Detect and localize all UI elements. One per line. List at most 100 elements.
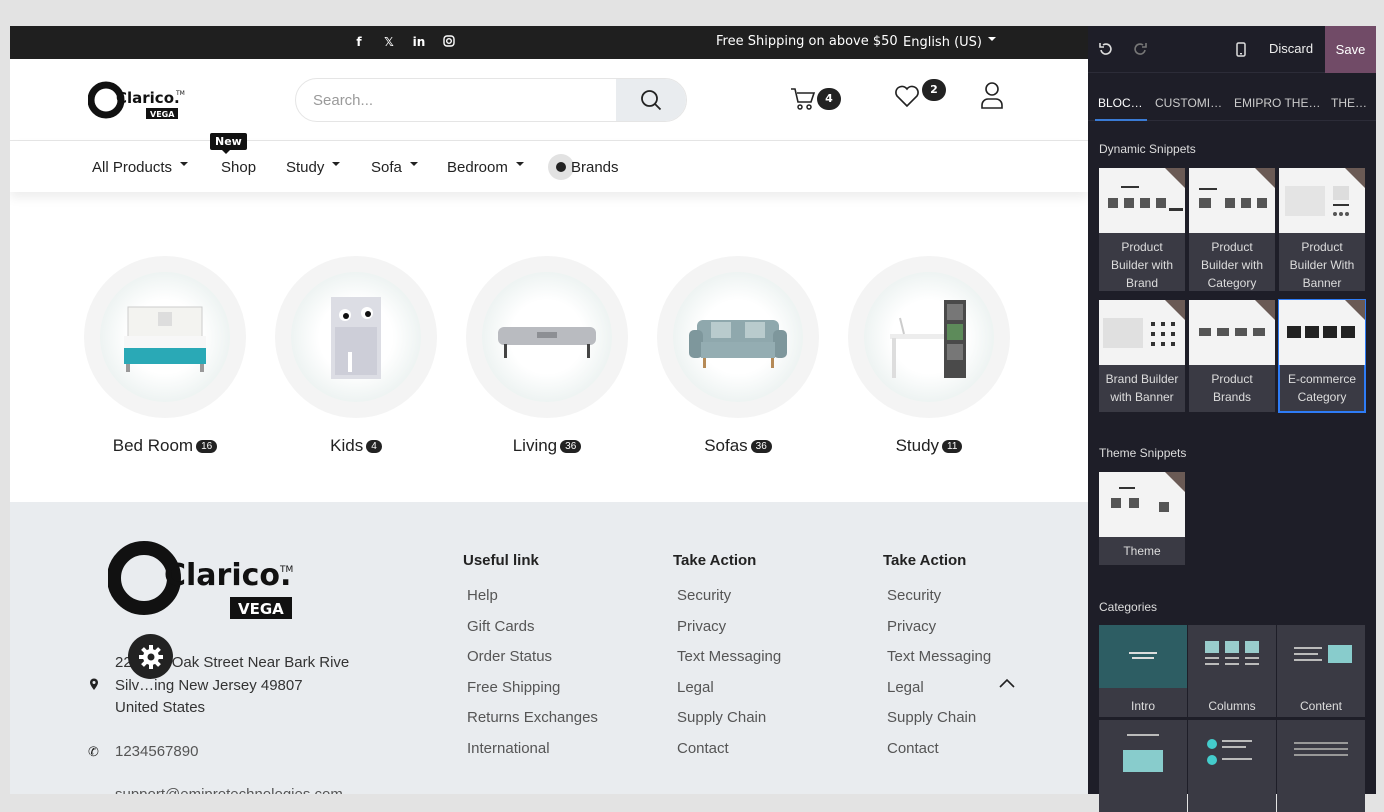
category-features[interactable] [1188, 720, 1276, 812]
category-name: Sofas [704, 436, 748, 455]
footer-email[interactable]: support@emiprotechnologies.com [115, 786, 343, 794]
footer-link[interactable]: Free Shipping [467, 679, 598, 710]
snippet-product-brands[interactable]: Product Brands [1189, 300, 1275, 412]
footer-logo[interactable]: Clarico. TM VEGA [107, 540, 298, 625]
footer-link[interactable]: Security [887, 587, 991, 618]
snippet-ecommerce-category[interactable]: E-commerce Category [1278, 299, 1366, 413]
category-kids[interactable]: Kids 4 [275, 256, 437, 456]
settings-gear-button[interactable] [128, 634, 173, 679]
save-button[interactable]: Save [1325, 26, 1376, 73]
features-thumbnail [1188, 720, 1276, 783]
kids-image [291, 272, 421, 402]
search-input[interactable] [296, 79, 618, 121]
facebook-icon[interactable]: f [344, 35, 374, 50]
category-name: Study [895, 436, 940, 455]
search-button[interactable] [616, 79, 686, 121]
tab-blocks[interactable]: BLOC… [1098, 96, 1143, 110]
phone-icon: ✆ [88, 744, 99, 759]
nav-item-all-products[interactable]: All Products [92, 159, 188, 176]
category-image-text[interactable] [1099, 720, 1187, 812]
shipping-notice: Free Shipping on above $50 [716, 34, 898, 49]
image-text-thumbnail [1099, 720, 1187, 783]
footer-link[interactable]: Supply Chain [677, 709, 781, 740]
category-text[interactable] [1277, 720, 1365, 812]
tab-theme[interactable]: THE… [1331, 96, 1367, 110]
svg-text:VEGA: VEGA [238, 600, 284, 618]
scroll-to-top-button[interactable] [999, 673, 1015, 692]
category-image-frame [84, 256, 246, 418]
nav-item-study[interactable]: Study [286, 159, 340, 176]
footer-link[interactable]: Privacy [887, 618, 991, 649]
sofa-image [673, 272, 803, 402]
footer-link[interactable]: Gift Cards [467, 618, 598, 649]
mobile-preview-icon[interactable] [1236, 42, 1246, 62]
footer-link[interactable]: International [467, 740, 598, 771]
footer-phone[interactable]: 1234567890 [115, 743, 198, 760]
nav-item-shop[interactable]: Shop [221, 159, 256, 176]
footer-link[interactable]: Help [467, 587, 598, 618]
snippet-theme[interactable]: Theme [1099, 472, 1185, 565]
svg-text:VEGA: VEGA [150, 110, 175, 119]
site-logo[interactable]: Clarico. TM VEGA [87, 81, 188, 121]
snippet-label: Product Brands [1211, 372, 1253, 404]
footer-link[interactable]: Order Status [467, 648, 598, 679]
cart-button[interactable]: 4 [790, 86, 841, 116]
footer-link[interactable]: Contact [887, 740, 991, 771]
snippet-product-builder-brand[interactable]: Product Builder with Brand [1099, 168, 1185, 291]
category-image-frame [466, 256, 628, 418]
category-columns[interactable]: Columns [1188, 625, 1276, 717]
footer-column-useful-link: Useful link Help Gift Cards Order Status… [463, 552, 598, 770]
footer-link[interactable]: Security [677, 587, 781, 618]
nav-item-sofa[interactable]: Sofa [371, 159, 418, 176]
redo-icon[interactable] [1133, 42, 1147, 61]
category-image-frame [848, 256, 1010, 418]
undo-icon[interactable] [1099, 42, 1113, 61]
snippet-brand-builder-banner[interactable]: Brand Builder with Banner [1099, 300, 1185, 412]
category-count-badge: 36 [560, 440, 582, 453]
categories-title: Categories [1099, 600, 1158, 614]
wishlist-button[interactable]: 2 [894, 79, 946, 113]
footer-link[interactable]: Text Messaging [677, 648, 781, 679]
theme-snippets-title: Theme Snippets [1099, 446, 1187, 460]
columns-thumbnail [1188, 625, 1276, 688]
instagram-icon[interactable] [434, 35, 464, 50]
snippet-product-builder-category[interactable]: Product Builder with Category [1189, 168, 1275, 291]
chevron-up-icon [999, 678, 1015, 688]
footer-link[interactable]: Contact [677, 740, 781, 771]
website-editor-panel: Discard Save BLOC… CUSTOMI… EMIPRO THE… … [1088, 26, 1376, 812]
footer-link[interactable]: Text Messaging [887, 648, 991, 679]
category-image-frame [275, 256, 437, 418]
category-living[interactable]: Living 36 [466, 256, 628, 456]
category-label: Content [1299, 699, 1343, 713]
category-count-badge: 4 [366, 440, 382, 453]
footer-link[interactable]: Privacy [677, 618, 781, 649]
footer-column-take-action-2: Take Action Security Privacy Text Messag… [883, 552, 991, 770]
bed-image [100, 272, 230, 402]
active-tab-underline [1095, 119, 1147, 121]
discard-button[interactable]: Discard [1269, 41, 1313, 56]
category-bed-room[interactable]: Bed Room 16 [84, 256, 246, 456]
gear-icon [138, 644, 163, 669]
footer-link[interactable]: Supply Chain [887, 709, 991, 740]
category-intro[interactable]: Intro [1099, 625, 1187, 717]
footer-link[interactable]: Legal [887, 679, 991, 710]
snippet-thumbnail [1099, 168, 1185, 233]
category-name: Bed Room [112, 436, 194, 455]
nav-item-brands[interactable]: Brands [571, 159, 619, 176]
category-sofas[interactable]: Sofas 36 [657, 256, 819, 456]
snippet-product-builder-banner[interactable]: Product Builder With Banner [1279, 168, 1365, 291]
category-study[interactable]: Study 11 [848, 256, 1010, 456]
linkedin-icon[interactable]: in [404, 35, 434, 50]
dynamic-snippets-title: Dynamic Snippets [1099, 142, 1196, 156]
footer-link[interactable]: Returns Exchanges [467, 709, 598, 740]
footer-link[interactable]: Legal [677, 679, 781, 710]
x-icon[interactable]: 𝕏 [374, 35, 404, 50]
category-content[interactable]: Content [1277, 625, 1365, 717]
account-button[interactable] [980, 81, 1004, 113]
tab-emipro-theme[interactable]: EMIPRO THE… [1234, 96, 1320, 110]
language-selector[interactable]: English (US) [903, 35, 996, 50]
tab-customize[interactable]: CUSTOMI… [1155, 96, 1222, 110]
footer-column-title: Take Action [883, 552, 967, 569]
snippet-thumbnail [1279, 168, 1365, 233]
nav-item-bedroom[interactable]: Bedroom [447, 159, 524, 176]
